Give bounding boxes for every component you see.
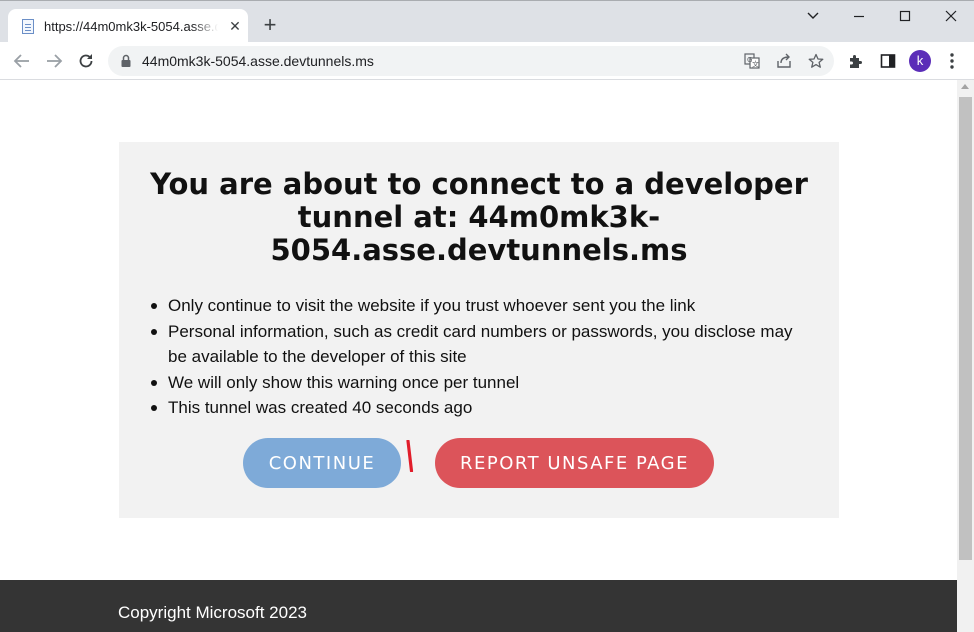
red-annotation-mark bbox=[406, 439, 414, 473]
scrollbar-thumb[interactable] bbox=[959, 97, 972, 560]
list-item: Personal information, such as credit car… bbox=[151, 319, 808, 370]
forward-arrow-icon[interactable] bbox=[44, 51, 64, 71]
list-item: This tunnel was created 40 seconds ago bbox=[151, 395, 808, 421]
list-item: We will only show this warning once per … bbox=[151, 370, 808, 396]
lock-icon[interactable] bbox=[120, 54, 132, 73]
warning-title: You are about to connect to a developer … bbox=[150, 167, 808, 267]
bookmark-star-icon[interactable] bbox=[808, 53, 824, 69]
extensions-puzzle-icon[interactable] bbox=[847, 52, 865, 70]
new-tab-button[interactable]: + bbox=[258, 13, 282, 37]
copyright-text: Copyright Microsoft 2023 bbox=[118, 603, 307, 622]
page-icon bbox=[22, 19, 34, 34]
translate-icon[interactable]: G文 bbox=[744, 53, 760, 69]
continue-button[interactable]: CONTINUE bbox=[243, 438, 401, 488]
browser-toolbar: 44m0mk3k-5054.asse.devtunnels.ms G文 k bbox=[0, 42, 974, 80]
tab-title: https://44m0mk3k-5054.asse.devtunnels.ms bbox=[44, 19, 218, 34]
url-text[interactable]: 44m0mk3k-5054.asse.devtunnels.ms bbox=[142, 53, 374, 69]
maximize-icon[interactable] bbox=[896, 7, 914, 25]
report-unsafe-page-button[interactable]: REPORT UNSAFE PAGE bbox=[435, 438, 714, 488]
side-panel-icon[interactable] bbox=[879, 52, 897, 70]
tab-close-icon[interactable]: ✕ bbox=[227, 18, 243, 34]
scroll-up-arrow-icon[interactable] bbox=[961, 84, 969, 89]
tab-search-icon[interactable] bbox=[804, 7, 822, 25]
minimize-icon[interactable] bbox=[850, 7, 868, 25]
close-window-icon[interactable] bbox=[942, 7, 960, 25]
warning-list: Only continue to visit the website if yo… bbox=[151, 293, 808, 421]
browser-titlebar: https://44m0mk3k-5054.asse.devtunnels.ms… bbox=[0, 0, 974, 43]
address-bar[interactable]: 44m0mk3k-5054.asse.devtunnels.ms G文 bbox=[108, 46, 834, 76]
back-arrow-icon[interactable] bbox=[12, 51, 32, 71]
share-icon[interactable] bbox=[776, 53, 792, 69]
warning-card: You are about to connect to a developer … bbox=[119, 142, 839, 518]
menu-dots-icon[interactable] bbox=[946, 52, 958, 70]
svg-text:文: 文 bbox=[752, 60, 759, 69]
profile-avatar[interactable]: k bbox=[909, 50, 931, 72]
browser-tab[interactable]: https://44m0mk3k-5054.asse.devtunnels.ms… bbox=[8, 9, 248, 43]
reload-icon[interactable] bbox=[76, 51, 96, 71]
page-footer: Copyright Microsoft 2023 bbox=[0, 580, 957, 632]
list-item: Only continue to visit the website if yo… bbox=[151, 293, 808, 319]
